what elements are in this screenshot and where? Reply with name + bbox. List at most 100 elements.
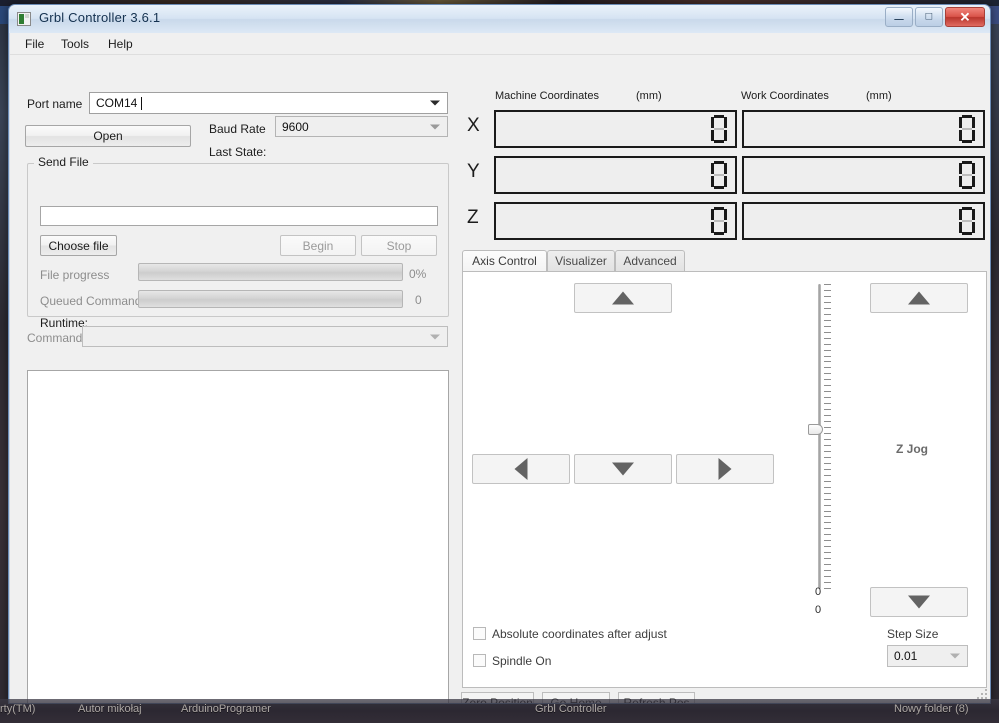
open-port-label: Open bbox=[93, 129, 123, 143]
jog-y-plus-button[interactable] bbox=[574, 283, 672, 313]
seven-segment-digit bbox=[711, 115, 727, 143]
absolute-coordinates-label: Absolute coordinates after adjust bbox=[492, 627, 667, 641]
baud-rate-combo[interactable]: 9600 bbox=[275, 116, 448, 137]
stop-button[interactable]: Stop bbox=[361, 235, 437, 256]
window-title: Grbl Controller 3.6.1 bbox=[39, 10, 161, 25]
queued-commands-label: Queued Commands bbox=[40, 294, 148, 308]
open-port-button[interactable]: Open bbox=[25, 125, 191, 147]
chevron-down-icon bbox=[430, 124, 440, 129]
taskbar: rty(TM) Autor mikołaj ArduinoProgramer G… bbox=[0, 699, 999, 723]
spindle-on-label: Spindle On bbox=[492, 654, 552, 668]
work-coord-x bbox=[742, 110, 985, 148]
chevron-down-icon bbox=[430, 100, 440, 106]
runtime-label: Runtime: bbox=[40, 316, 89, 330]
port-name-value: COM14 bbox=[96, 96, 138, 110]
window-client-area: File Tools Help Port name COM14 Open Bau… bbox=[10, 33, 990, 703]
baud-rate-label: Baud Rate bbox=[209, 122, 266, 136]
choose-file-button[interactable]: Choose file bbox=[40, 235, 117, 256]
maximize-icon: □ bbox=[925, 10, 933, 23]
jog-y-minus-button[interactable] bbox=[574, 454, 672, 484]
taskbar-item[interactable]: Nowy folder (8) bbox=[894, 703, 969, 715]
triangle-down-icon bbox=[908, 595, 930, 609]
triangle-left-icon bbox=[514, 458, 528, 480]
file-progress-bar bbox=[138, 263, 403, 281]
z-jog-label: Z Jog bbox=[896, 442, 928, 456]
machine-coord-y bbox=[494, 156, 737, 194]
send-file-group-title: Send File bbox=[34, 155, 93, 169]
queued-commands-bar bbox=[138, 290, 403, 308]
step-size-value: 0.01 bbox=[894, 649, 918, 663]
z-jog-slider-thumb[interactable] bbox=[808, 424, 823, 435]
jog-z-plus-button[interactable] bbox=[870, 283, 968, 313]
begin-button[interactable]: Begin bbox=[280, 235, 356, 256]
command-label: Command bbox=[27, 331, 83, 345]
last-state-label: Last State: bbox=[209, 145, 267, 159]
axis-label-x: X bbox=[467, 115, 480, 136]
triangle-up-icon bbox=[908, 291, 930, 305]
spindle-on-checkbox[interactable] bbox=[473, 654, 486, 667]
file-path-input[interactable] bbox=[40, 206, 438, 226]
grbl-controller-window: Grbl Controller 3.6.1 ─ □ ✕ File Tools H… bbox=[8, 4, 991, 704]
port-name-combo[interactable]: COM14 bbox=[89, 92, 448, 114]
menu-tools[interactable]: Tools bbox=[55, 36, 95, 52]
stop-label: Stop bbox=[386, 238, 412, 253]
slider-value-top: 0 bbox=[815, 586, 822, 598]
command-input[interactable] bbox=[82, 326, 448, 347]
tab-axis-control-label: Axis Control bbox=[472, 254, 537, 268]
taskbar-item[interactable]: Grbl Controller bbox=[535, 703, 607, 715]
triangle-right-icon bbox=[718, 458, 732, 480]
axis-label-z: Z bbox=[467, 207, 479, 228]
work-units-label: (mm) bbox=[866, 90, 892, 102]
screen: Grbl Controller 3.6.1 ─ □ ✕ File Tools H… bbox=[0, 0, 999, 723]
left-panel: Port name COM14 Open Baud Rate 9600 Last… bbox=[10, 54, 458, 703]
machine-coord-z bbox=[494, 202, 737, 240]
axis-label-y: Y bbox=[467, 161, 480, 182]
machine-coordinates-header: Machine Coordinates bbox=[495, 90, 599, 102]
seven-segment-digit bbox=[959, 207, 975, 235]
z-jog-slider-ticks bbox=[824, 284, 832, 589]
seven-segment-digit bbox=[959, 115, 975, 143]
seven-segment-digit bbox=[959, 161, 975, 189]
queued-commands-value: 0 bbox=[415, 293, 422, 307]
machine-coord-x bbox=[494, 110, 737, 148]
menu-file[interactable]: File bbox=[19, 36, 50, 52]
work-coord-y bbox=[742, 156, 985, 194]
close-icon: ✕ bbox=[959, 9, 971, 25]
step-size-label: Step Size bbox=[887, 627, 939, 641]
minimize-icon: ─ bbox=[894, 11, 904, 27]
z-jog-slider-track[interactable] bbox=[818, 284, 821, 589]
tab-axis-control[interactable]: Axis Control bbox=[462, 250, 547, 272]
right-panel: Machine Coordinates (mm) Work Coordinate… bbox=[458, 54, 990, 703]
absolute-coordinates-checkbox[interactable] bbox=[473, 627, 486, 640]
taskbar-item[interactable]: rty(TM) bbox=[0, 703, 35, 715]
close-button[interactable]: ✕ bbox=[945, 7, 985, 27]
jog-x-minus-button[interactable] bbox=[472, 454, 570, 484]
app-icon bbox=[17, 12, 31, 26]
window-titlebar[interactable]: Grbl Controller 3.6.1 ─ □ ✕ bbox=[9, 5, 990, 33]
jog-x-plus-button[interactable] bbox=[676, 454, 774, 484]
choose-file-label: Choose file bbox=[48, 238, 109, 253]
work-coordinates-header: Work Coordinates bbox=[741, 90, 829, 102]
tab-advanced[interactable]: Advanced bbox=[615, 250, 685, 271]
tab-advanced-label: Advanced bbox=[623, 254, 677, 268]
seven-segment-digit bbox=[711, 207, 727, 235]
port-name-label: Port name bbox=[27, 97, 83, 111]
work-coord-z bbox=[742, 202, 985, 240]
minimize-button[interactable]: ─ bbox=[885, 7, 913, 27]
console-output[interactable] bbox=[27, 370, 449, 703]
taskbar-item[interactable]: Autor mikołaj bbox=[78, 703, 142, 715]
baud-rate-value: 9600 bbox=[282, 119, 309, 134]
tabstrip: Axis Control Visualizer Advanced bbox=[462, 250, 987, 272]
jog-z-minus-button[interactable] bbox=[870, 587, 968, 617]
triangle-down-icon bbox=[612, 462, 634, 476]
maximize-button[interactable]: □ bbox=[915, 7, 943, 27]
chevron-down-icon bbox=[430, 334, 440, 339]
taskbar-item[interactable]: ArduinoProgramer bbox=[181, 703, 271, 715]
slider-value-bottom: 0 bbox=[815, 604, 822, 616]
chevron-down-icon bbox=[950, 653, 960, 659]
menubar: File Tools Help bbox=[10, 33, 990, 55]
file-progress-value: 0% bbox=[409, 267, 427, 281]
tab-visualizer[interactable]: Visualizer bbox=[547, 250, 615, 271]
menu-help[interactable]: Help bbox=[102, 36, 139, 52]
step-size-combo[interactable]: 0.01 bbox=[887, 645, 968, 667]
